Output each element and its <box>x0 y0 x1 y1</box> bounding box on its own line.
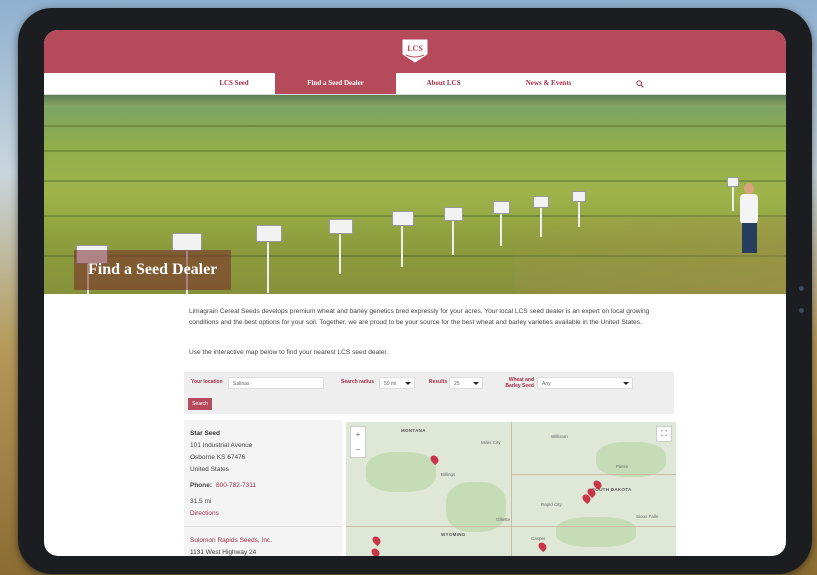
sign-post <box>732 185 734 211</box>
field-sign <box>493 201 510 214</box>
nav-about[interactable]: About LCS <box>396 73 491 94</box>
directions-link[interactable]: Directions <box>190 510 219 517</box>
treeline <box>44 95 786 107</box>
site-header: LCS <box>44 30 786 73</box>
chevron-down-icon <box>473 382 479 385</box>
state-border <box>511 474 676 475</box>
results-select[interactable]: 25 <box>449 377 483 389</box>
crop-label: Wheat and Barley Seed <box>505 377 534 389</box>
sign-post <box>267 235 269 293</box>
crop-select[interactable]: Any <box>537 377 633 389</box>
dealer-name-link[interactable]: Solomon Rapids Seeds, Inc. <box>190 537 272 544</box>
forest-area <box>556 517 636 547</box>
chevron-down-icon <box>405 382 411 385</box>
intro-paragraph: Limagrain Cereal Seeds develops premium … <box>189 308 650 326</box>
dealer-address-line: 1131 West Highway 24 <box>190 549 257 556</box>
svg-text:LCS: LCS <box>407 44 423 53</box>
dealer-search-form: Your location Salinas Search radius 50 m… <box>184 372 674 414</box>
sign-post <box>578 199 580 227</box>
dealer-pin[interactable] <box>369 546 382 556</box>
location-input[interactable]: Salinas <box>228 377 324 389</box>
nav-news-events[interactable]: News & Events <box>491 73 606 94</box>
search-button[interactable]: Search <box>188 398 212 410</box>
map-label-city: Sioux Falls <box>636 514 659 519</box>
page-title: Find a Seed Dealer <box>74 250 232 290</box>
field-sign <box>572 191 586 202</box>
zoom-in-button[interactable]: + <box>351 427 365 442</box>
dealer-address-line: 101 Industrial Avenue <box>190 442 253 449</box>
field-sign <box>727 177 739 187</box>
forest-area <box>366 452 436 492</box>
field-sign <box>392 211 414 226</box>
map-label-city: Rapid City <box>541 502 562 507</box>
map-label-city: Miles City <box>481 440 501 445</box>
chevron-down-icon <box>623 382 629 385</box>
browser-screen: LCS LCS Seed Find a Seed Dealer About LC… <box>44 30 786 556</box>
dealer-city-line: Osborne KS 67476 <box>190 454 246 461</box>
map-label-city: Pierre <box>616 464 629 469</box>
radius-value: 50 mi <box>384 381 397 387</box>
sign-post <box>540 205 542 237</box>
state-border <box>346 526 676 527</box>
dealer-pin[interactable] <box>370 534 383 547</box>
farmer-figure <box>744 183 754 194</box>
dealer-map[interactable]: MONTANA WYOMING SOUTH DAKOTA Miles City … <box>346 422 676 556</box>
nav-find-dealer[interactable]: Find a Seed Dealer <box>275 73 396 94</box>
dealer-pin[interactable] <box>536 540 549 553</box>
map-zoom-control: + − <box>350 426 366 458</box>
map-label-city: Billings <box>441 472 456 477</box>
field-sign <box>329 219 353 234</box>
field-sign <box>533 196 549 208</box>
zoom-out-button[interactable]: − <box>351 442 365 457</box>
fullscreen-icon[interactable]: ⛶ <box>656 426 672 442</box>
field-sign <box>444 207 463 221</box>
list-divider <box>184 526 342 527</box>
main-nav: LCS Seed Find a Seed Dealer About LCS Ne… <box>44 73 786 95</box>
dealer-name: Star Seed <box>190 430 220 437</box>
map-instruction: Use the interactive map below to find yo… <box>189 349 389 356</box>
results-label: Results <box>429 379 448 385</box>
radius-select[interactable]: 50 mi <box>379 377 415 389</box>
dealer-phone-link[interactable]: 800-782-7311 <box>216 482 256 489</box>
lcs-logo[interactable]: LCS <box>401 38 429 64</box>
sign-post <box>500 211 502 246</box>
tablet-sensor <box>799 308 804 313</box>
state-border <box>511 422 512 556</box>
dealer-distance: 31.5 mi <box>190 498 212 505</box>
crop-row <box>44 150 786 152</box>
hero-image: Find a Seed Dealer <box>44 95 786 294</box>
phone-label: Phone: <box>190 482 213 489</box>
nav-lcs-seed[interactable]: LCS Seed <box>194 73 274 94</box>
forest-area <box>596 442 666 477</box>
farmer-jeans <box>742 223 757 253</box>
farmer-shirt <box>740 194 758 224</box>
crop-row <box>44 180 786 182</box>
map-label-wyoming: WYOMING <box>441 532 466 537</box>
sign-post <box>339 229 341 274</box>
crop-row <box>44 125 786 127</box>
radius-label: Search radius <box>341 379 375 385</box>
forest-area <box>446 482 506 532</box>
results-value: 25 <box>454 381 460 387</box>
location-label: Your location <box>191 379 223 385</box>
map-label-montana: MONTANA <box>401 428 426 433</box>
map-label-city: Gillette <box>496 517 511 522</box>
map-label-city: Williston <box>551 434 568 439</box>
sign-post <box>401 223 403 267</box>
crop-value: Any <box>542 381 551 387</box>
dealer-country: United States <box>190 466 230 473</box>
field-sign <box>172 233 202 251</box>
field-sign <box>256 225 282 242</box>
tablet-camera <box>799 286 804 291</box>
sign-post <box>452 217 454 255</box>
search-icon[interactable] <box>636 80 644 88</box>
tablet-frame: LCS LCS Seed Find a Seed Dealer About LC… <box>18 8 812 574</box>
map-label-city: Casper <box>531 536 546 541</box>
